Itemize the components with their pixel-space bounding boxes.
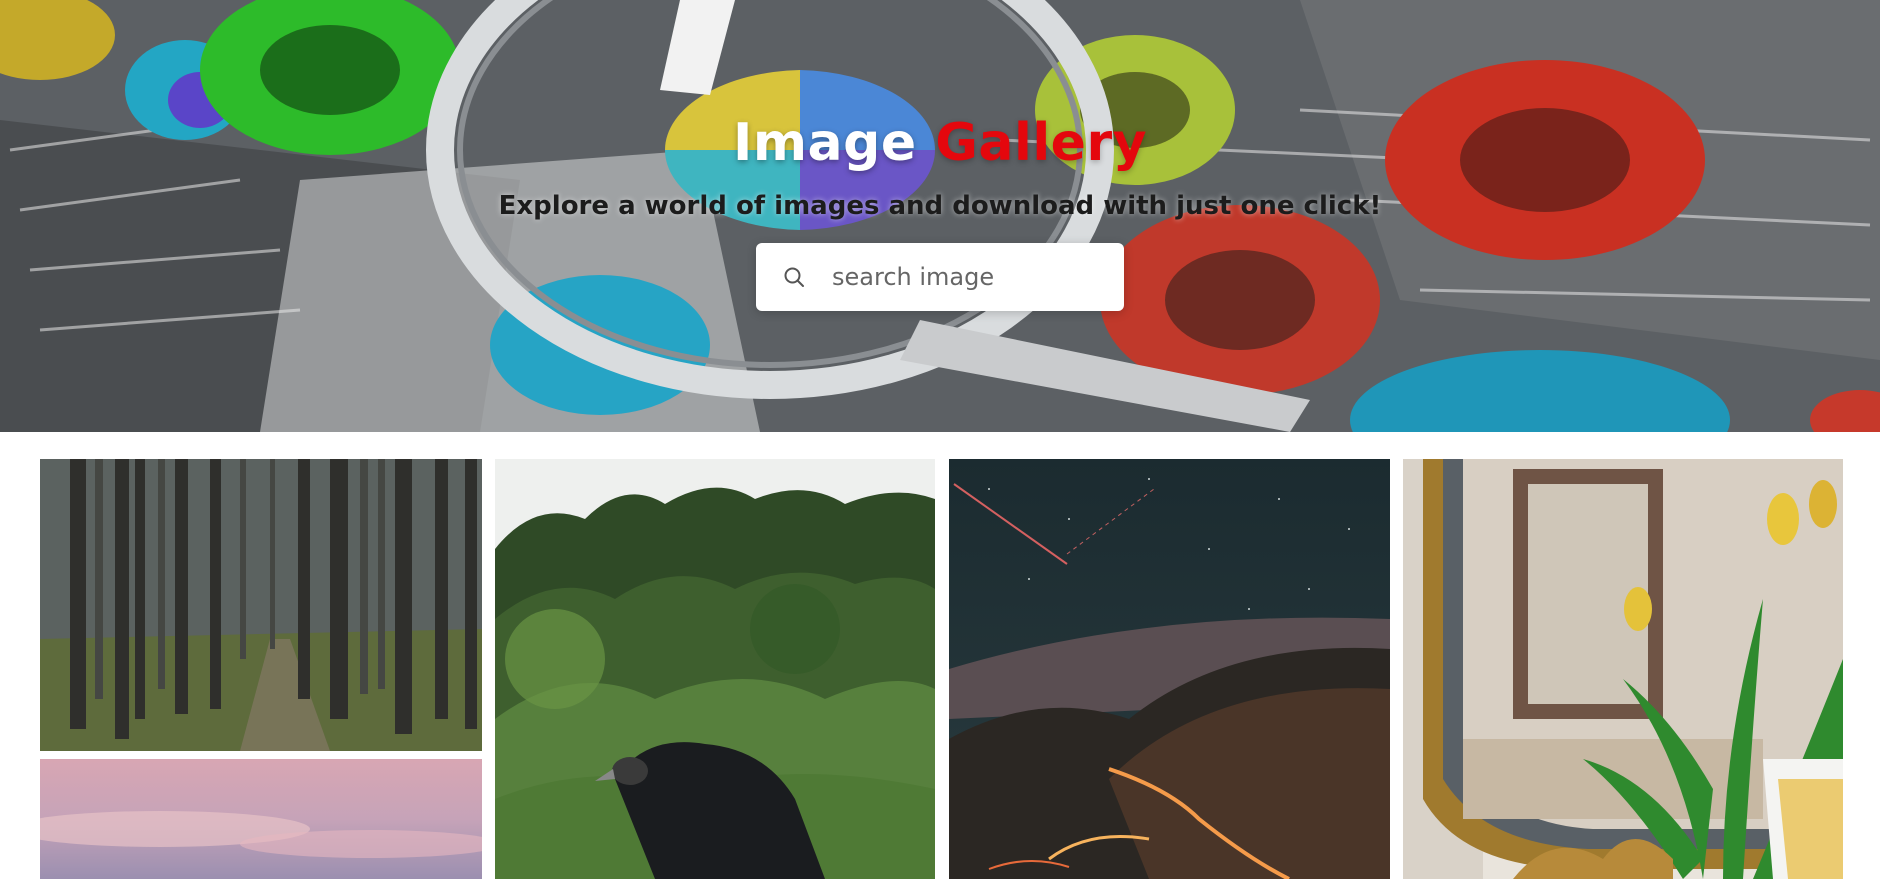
gallery-image-forest[interactable] xyxy=(40,459,482,751)
search-box[interactable] xyxy=(756,243,1124,311)
title-word-gallery: Gallery xyxy=(935,113,1147,173)
gallery-image-night-road[interactable] xyxy=(949,459,1390,879)
search-input[interactable] xyxy=(830,262,1104,292)
gallery-image-pink-sky[interactable] xyxy=(40,759,482,879)
gallery-image-tulips-mirror[interactable] xyxy=(1403,459,1843,879)
hero-subtitle: Explore a world of images and download w… xyxy=(498,191,1382,221)
title-word-image: Image xyxy=(733,113,917,173)
hero-content: Image Gallery Explore a world of images … xyxy=(0,0,1880,432)
hero-banner: Image Gallery Explore a world of images … xyxy=(0,0,1880,432)
gallery-image-vulture[interactable] xyxy=(495,459,935,879)
image-gallery xyxy=(0,432,1880,879)
search-icon xyxy=(782,265,806,289)
page-title: Image Gallery xyxy=(733,113,1147,173)
